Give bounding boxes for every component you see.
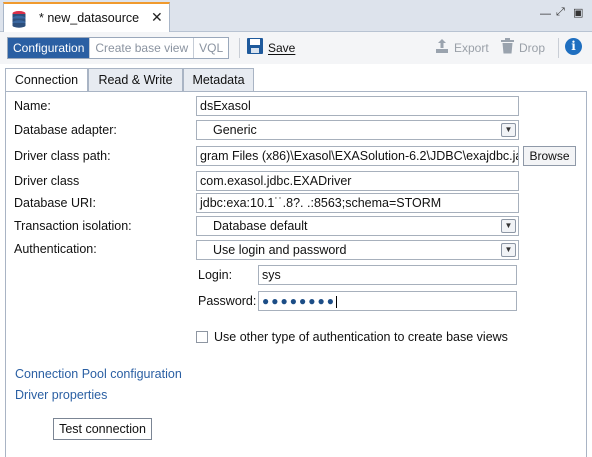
name-label: Name: xyxy=(14,99,51,113)
authentication-select[interactable]: Use login and password ▼ xyxy=(196,240,519,260)
close-icon[interactable]: ✕ xyxy=(151,9,163,26)
database-adapter-select[interactable]: Generic ▼ xyxy=(196,120,519,140)
driver-class-path-field[interactable]: gram Files (x86)\Exasol\EXASolution-6.2\… xyxy=(196,146,519,166)
mode-vql-button[interactable]: VQL xyxy=(194,38,229,58)
mode-selector: Configuration Create base view VQL xyxy=(7,37,230,59)
transaction-isolation-label: Transaction isolation: xyxy=(14,219,132,233)
editor-tab-strip: * new_datasource ✕ — ⤢ ▣ xyxy=(0,0,592,33)
authentication-value: Use login and password xyxy=(213,243,347,257)
connection-pool-link[interactable]: Connection Pool configuration xyxy=(15,367,182,381)
driver-class-field[interactable]: com.exasol.jdbc.EXADriver xyxy=(196,171,519,191)
minimize-icon[interactable]: — xyxy=(540,8,551,20)
driver-class-path-label: Driver class path: xyxy=(14,149,111,163)
save-icon xyxy=(246,37,264,58)
database-icon xyxy=(11,10,27,31)
password-value: ●●●●●●●● xyxy=(262,294,336,308)
mode-configuration-button[interactable]: Configuration xyxy=(8,38,91,58)
other-auth-label: Use other type of authentication to crea… xyxy=(214,330,508,344)
authentication-label: Authentication: xyxy=(14,242,97,256)
export-icon xyxy=(434,38,450,57)
export-button[interactable]: Export xyxy=(434,38,489,57)
chevron-down-icon: ▼ xyxy=(501,243,516,257)
database-adapter-label: Database adapter: xyxy=(14,123,117,137)
save-button[interactable]: Save xyxy=(246,37,295,58)
database-adapter-value: Generic xyxy=(213,123,257,137)
maximize-icon[interactable]: ▣ xyxy=(573,6,583,19)
other-auth-checkbox[interactable] xyxy=(196,331,208,343)
editor-toolbar: Configuration Create base view VQL Save … xyxy=(0,32,592,64)
editor-tab[interactable]: * new_datasource ✕ xyxy=(3,2,170,33)
mode-create-base-view-button[interactable]: Create base view xyxy=(90,38,195,58)
tab-read-write[interactable]: Read & Write xyxy=(88,68,183,92)
info-button[interactable]: i xyxy=(565,38,582,55)
text-caret xyxy=(335,295,337,308)
toolbar-divider xyxy=(239,38,240,58)
database-uri-field[interactable]: jdbc:exa:10.1˙˙.8?. .:8563;schema=STORM xyxy=(196,193,519,213)
drop-button[interactable]: Drop xyxy=(500,38,545,57)
editor-tab-title: * new_datasource xyxy=(39,11,140,25)
test-connection-button[interactable]: Test connection xyxy=(53,418,152,440)
database-uri-label: Database URI: xyxy=(14,196,96,210)
login-field[interactable]: sys xyxy=(258,265,517,285)
trash-icon xyxy=(500,38,515,57)
restore-icon[interactable]: ⤢ xyxy=(556,6,565,19)
export-label: Export xyxy=(454,40,489,55)
save-label: Save xyxy=(268,40,296,55)
driver-class-label: Driver class xyxy=(14,174,80,188)
tab-metadata[interactable]: Metadata xyxy=(183,68,254,92)
chevron-down-icon: ▼ xyxy=(501,123,516,137)
password-field[interactable]: ●●●●●●●● xyxy=(258,291,517,311)
driver-properties-link[interactable]: Driver properties xyxy=(15,388,107,402)
chevron-down-icon: ▼ xyxy=(501,219,516,233)
toolbar-divider xyxy=(558,38,559,58)
info-icon: i xyxy=(565,38,582,55)
name-field[interactable]: dsExasol xyxy=(196,96,519,116)
password-label: Password: xyxy=(198,294,257,308)
login-label: Login: xyxy=(198,268,233,282)
drop-label: Drop xyxy=(519,40,546,55)
tab-connection[interactable]: Connection xyxy=(5,68,88,93)
browse-button[interactable]: Browse xyxy=(523,146,576,166)
transaction-isolation-select[interactable]: Database default ▼ xyxy=(196,216,519,236)
transaction-isolation-value: Database default xyxy=(213,219,308,233)
